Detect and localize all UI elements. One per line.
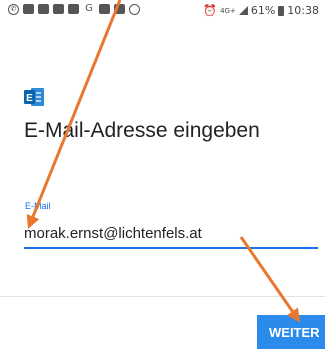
- status-right: ⏰ 4G+ 61% 10:38: [203, 4, 319, 17]
- alarm-icon: ⏰: [203, 4, 218, 17]
- notification-icon: [38, 4, 49, 14]
- image-icon: [114, 4, 125, 14]
- signal-icon: [238, 6, 248, 15]
- camera-icon: [129, 3, 140, 15]
- notification-icon: [68, 4, 79, 14]
- whatsapp-icon: ✆: [8, 3, 19, 15]
- page-title: E-Mail-Adresse eingeben: [24, 119, 260, 142]
- annotation-arrow: [239, 236, 301, 323]
- clock: 10:38: [287, 4, 319, 17]
- annotation-arrow: [26, 0, 122, 230]
- next-button[interactable]: WEITER: [257, 315, 325, 349]
- notification-icon: [23, 4, 34, 14]
- notification-icon: [53, 4, 64, 14]
- network-type: 4G+: [220, 6, 236, 15]
- divider: [0, 296, 325, 297]
- email-field[interactable]: [24, 215, 318, 249]
- email-field-label: E-Mail: [25, 201, 51, 211]
- exchange-logo-icon: E: [24, 88, 44, 106]
- notification-icon: [99, 4, 110, 14]
- battery-percent: 61%: [250, 4, 276, 17]
- notification-icons: ✆ G: [8, 3, 140, 15]
- svg-text:E: E: [26, 93, 33, 104]
- status-bar: ✆ G ⏰ 4G+ 61% 10:38: [0, 0, 325, 22]
- battery-icon: [278, 5, 285, 16]
- google-icon: G: [85, 3, 93, 14]
